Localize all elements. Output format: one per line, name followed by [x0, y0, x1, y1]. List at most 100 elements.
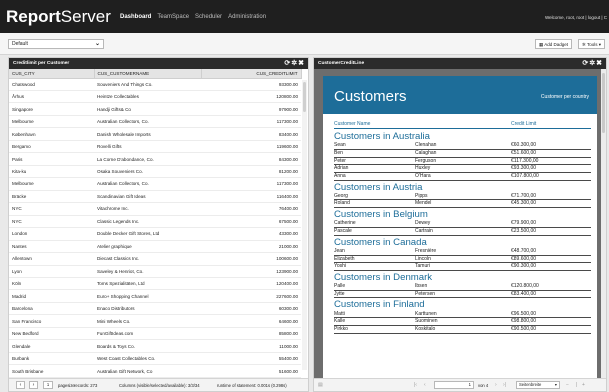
- customername-cell: Enaco Distributors: [94, 302, 201, 316]
- previous-page-icon[interactable]: ‹: [424, 382, 426, 388]
- city-cell: Melbourne: [9, 177, 94, 191]
- customer-row: Matti Karttunen €96.500,00: [334, 311, 591, 319]
- table-row[interactable]: Allentown Diecast Classics Inc. 100600.00: [9, 252, 301, 266]
- zoom-out-icon[interactable]: −: [566, 382, 569, 388]
- next-page-button[interactable]: ›: [29, 381, 38, 389]
- customername-cell: Euro+ Shopping Channel: [94, 289, 201, 303]
- last-name: Clenahan: [415, 142, 437, 149]
- chevron-down-icon: ⌄: [94, 41, 100, 47]
- customername-cell: Diecast Classics Inc.: [94, 252, 201, 266]
- vertical-scrollbar[interactable]: [302, 80, 307, 370]
- country-heading: Customers in Belgium: [334, 209, 428, 221]
- city-cell: Barcelona: [9, 302, 94, 316]
- view-mode-select[interactable]: Seitenbreite ▾: [516, 381, 560, 389]
- column-header-customername[interactable]: CUS_CUSTOMERNAME: [94, 69, 202, 79]
- table-row[interactable]: San Francisco Mini Wheels Co. 64600.00: [9, 314, 301, 328]
- tools-label: Tools: [586, 42, 598, 47]
- columns-info: Columns (visible/selected/available): 3/…: [119, 383, 200, 388]
- next-page-icon[interactable]: ›: [495, 382, 497, 388]
- table-row[interactable]: NYC Vitachrome Inc. 76400.00: [9, 202, 301, 216]
- table-row[interactable]: Bräcke Scandinavian Gift Ideas 116400.00: [9, 190, 301, 204]
- table-row[interactable]: Melbourne Australian Collectors, Co. 11730…: [9, 115, 301, 129]
- table-row[interactable]: Lyon Saveley & Henriot, Co. 123900.00: [9, 265, 301, 279]
- table-row[interactable]: Kita-ku Osaka Souveniers Co. 81200.00: [9, 165, 301, 179]
- customer-row: Adrian Huxley €93.300,00: [334, 165, 591, 173]
- add-dadget-button[interactable]: ▦ Add Dadget: [535, 39, 573, 49]
- table-row[interactable]: NYC Classic Legends Inc. 67500.00: [9, 215, 301, 229]
- customername-cell: Toms Spezialitäten, Ltd: [94, 277, 201, 291]
- table-row[interactable]: Köln Toms Spezialitäten, Ltd 120400.00: [9, 277, 301, 291]
- table-row[interactable]: København Danish Wholesale Imports 83400.0…: [9, 127, 301, 141]
- zoom-in-icon[interactable]: +: [582, 382, 585, 388]
- customername-cell: Scandinavian Gift Ideas: [94, 190, 201, 204]
- column-header-creditlimit[interactable]: CUS_CREDITLIMIT: [201, 69, 302, 79]
- close-icon[interactable]: ✖: [596, 60, 603, 67]
- previous-page-button[interactable]: ‹: [16, 381, 25, 389]
- customer-row: Georg Pipps €71.700,00: [334, 193, 591, 201]
- close-icon[interactable]: ✖: [298, 60, 305, 67]
- nav-scheduler[interactable]: Scheduler: [195, 14, 222, 20]
- page-number-input[interactable]: 1: [434, 381, 474, 389]
- customername-cell: Heintze Collectables: [94, 90, 201, 104]
- table-row[interactable]: Madrid Euro+ Shopping Channel 227600.00: [9, 289, 301, 303]
- first-page-icon[interactable]: |‹: [414, 382, 417, 388]
- nav-dashboard[interactable]: Dashboard: [120, 14, 151, 20]
- table-row[interactable]: Bergamo Rovelli Gifts 119600.00: [9, 140, 301, 154]
- customername-cell: Rovelli Gifts: [94, 140, 201, 154]
- city-cell: Chatswood: [9, 78, 94, 91]
- report-groups: Customers in Australia Sean Clenahan €60.30…: [334, 130, 591, 334]
- dashboard-icon: ▦: [539, 42, 544, 47]
- country-heading: Customers in Denmark: [334, 271, 433, 283]
- customer-row: Elizabeth Lincoln €89.600,00: [334, 256, 591, 264]
- credit-limit: €48.700,00: [511, 247, 537, 254]
- table-row[interactable]: New Bedford FunGiftIdeas.com 85800.00: [9, 327, 301, 341]
- credit-limit: €117.300,00: [511, 157, 539, 164]
- credit-limit: €120.800,00: [511, 283, 539, 290]
- creditlimit-cell: 21000.00: [201, 240, 301, 254]
- last-page-icon[interactable]: ›|: [503, 382, 506, 388]
- vertical-scrollbar[interactable]: [601, 69, 606, 380]
- city-cell: NYC: [9, 202, 94, 216]
- nav-administration[interactable]: Administration: [228, 14, 266, 20]
- table-row[interactable]: Århus Heintze Collectables 120800.00: [9, 90, 301, 104]
- city-cell: Paris: [9, 152, 94, 166]
- creditlimit-cell: 97900.00: [201, 102, 301, 116]
- customer-creditline-panel: CustomerCreditLine ⟳✲✖ Customers Custome…: [313, 57, 607, 392]
- welcome-text[interactable]: Welcome, root, root | logout | C: [545, 15, 607, 20]
- first-name: Elizabeth: [334, 255, 355, 262]
- customername-cell: Danish Wholesale Imports: [94, 127, 201, 141]
- table-row[interactable]: Chatswood Souveniers And Things Co. 93300.…: [9, 78, 301, 91]
- first-name: Yoshi: [334, 263, 347, 270]
- creditlimit-cell: 120400.00: [201, 277, 301, 291]
- creditlimit-cell: 84300.00: [201, 152, 301, 166]
- city-cell: Köln: [9, 277, 94, 291]
- table-row[interactable]: Burbank West Coast Collectables Co. 55400.…: [9, 352, 301, 366]
- credit-limit: €107.800,00: [511, 172, 539, 179]
- divider-icon: |: [576, 382, 578, 388]
- reportserver-logo[interactable]: ReportServer: [6, 7, 111, 27]
- table-row[interactable]: London Double Decker Gift Stores, Ltd 4330…: [9, 227, 301, 241]
- credit-limit: €90.500,00: [511, 326, 537, 333]
- page-number-box[interactable]: 1: [43, 381, 53, 389]
- city-cell: Singapore: [9, 102, 94, 116]
- table-row[interactable]: Glendale Boards & Toys Co. 11000.00: [9, 339, 301, 353]
- tools-button[interactable]: ✲ Tools ▾: [578, 39, 605, 49]
- table-row[interactable]: Barcelona Enaco Distributors 60300.00: [9, 302, 301, 316]
- table-row[interactable]: Nantes Atelier graphique 21000.00: [9, 240, 301, 254]
- column-header-city[interactable]: CUS_CITY: [9, 69, 95, 79]
- last-name: Huxley: [415, 165, 431, 172]
- table-row[interactable]: South Brisbane Australian Gift Network, C…: [9, 364, 301, 378]
- first-name: Matti: [334, 310, 345, 317]
- panel-title: CustomerCreditLine: [318, 61, 365, 66]
- dashboard-select[interactable]: Default ⌄: [8, 39, 104, 49]
- country-heading: Customers in Australia: [334, 131, 430, 142]
- creditlimit-cell: 85800.00: [201, 327, 301, 341]
- page-size-label[interactable]: pagesize: [58, 383, 75, 388]
- table-row[interactable]: Paris La Corne D'abondance, Co. 84300.00: [9, 152, 301, 166]
- table-row[interactable]: Singapore Handji Gifts& Co 97900.00: [9, 102, 301, 116]
- country-heading: Customers in Finland: [334, 299, 425, 311]
- customername-cell: Classic Legends Inc.: [94, 215, 201, 229]
- country-heading: Customers in Canada: [334, 236, 427, 248]
- table-row[interactable]: Melbourne Australian Collectors, Co. 11730…: [9, 177, 301, 191]
- nav-teamspace[interactable]: TeamSpace: [157, 14, 189, 20]
